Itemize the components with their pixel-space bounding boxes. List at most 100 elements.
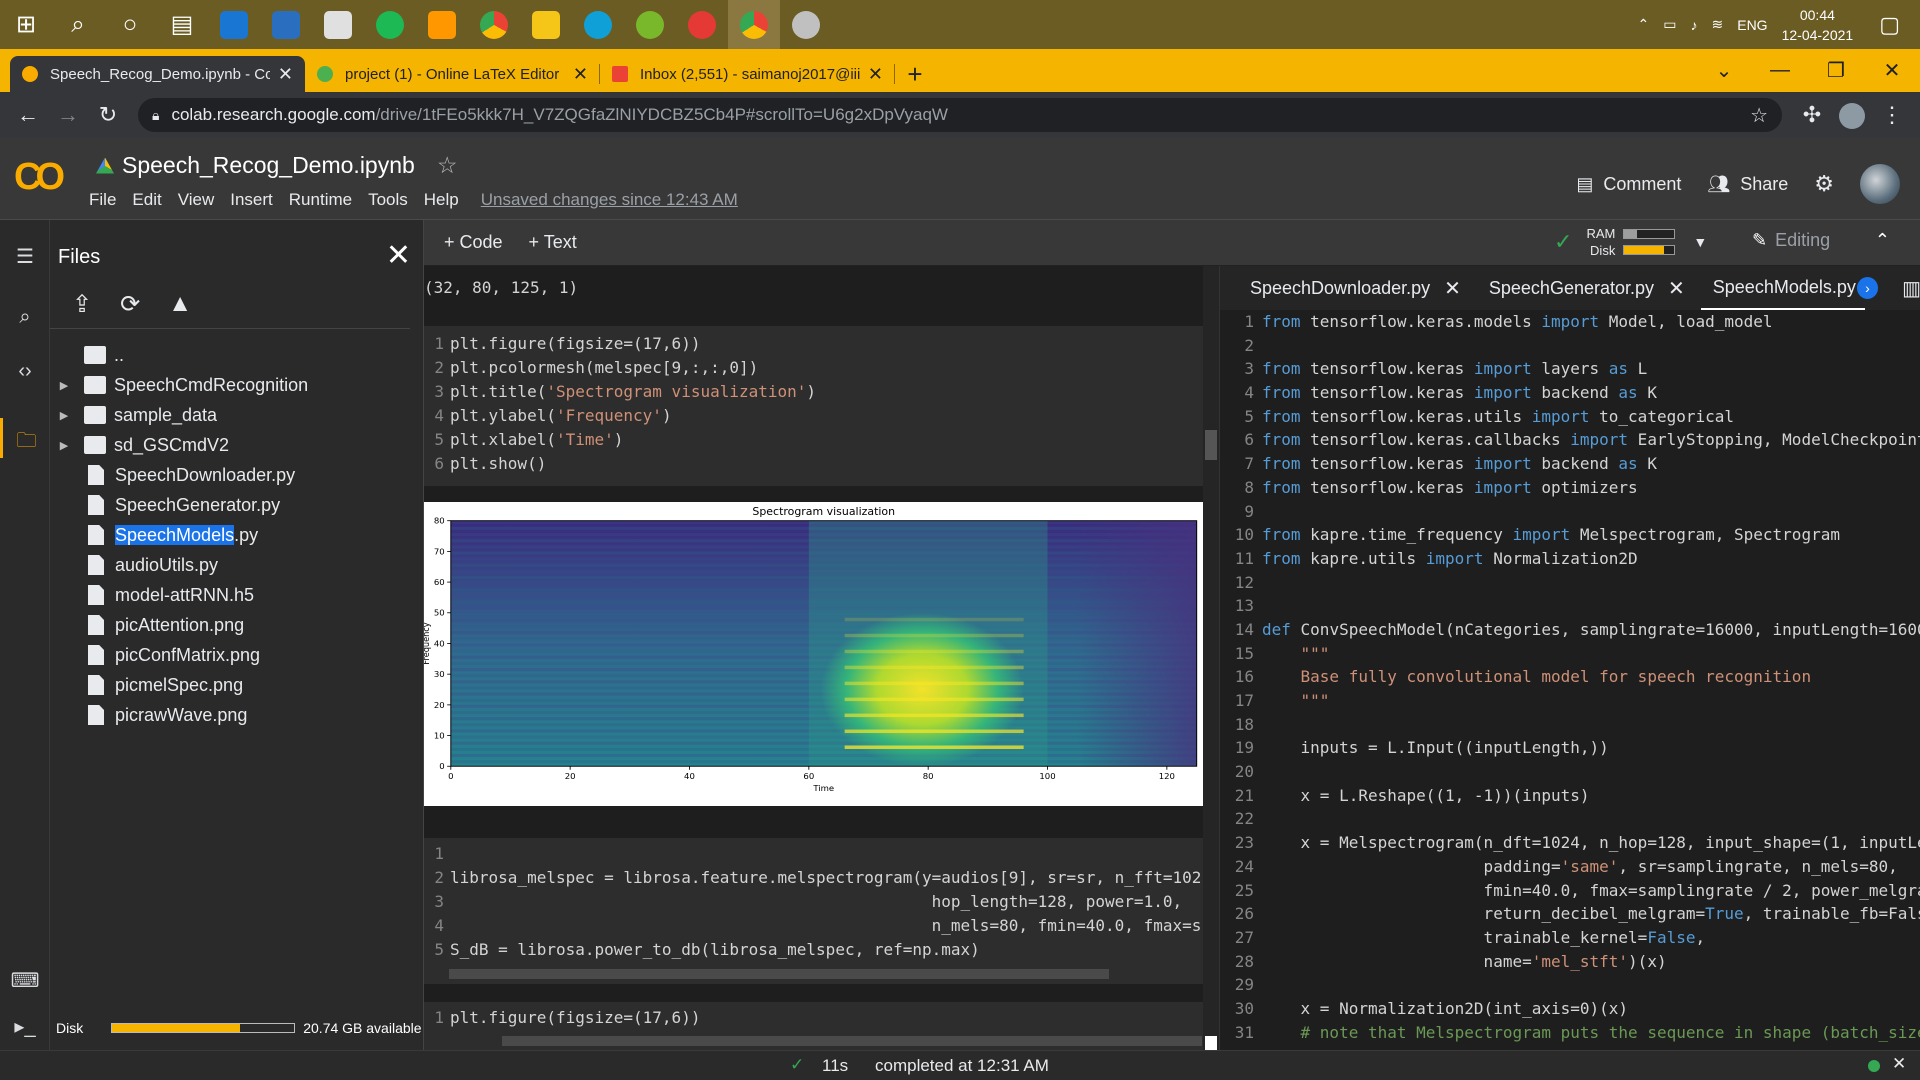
add-code-button[interactable]: + Code <box>444 232 503 253</box>
menu-insert[interactable]: Insert <box>230 190 273 210</box>
resources-indicator[interactable]: ✓ RAM Disk ▼ <box>1554 225 1707 259</box>
battery-icon[interactable]: ▭ <box>1663 16 1676 33</box>
edge-icon[interactable] <box>572 0 624 49</box>
expand-arrow-icon[interactable]: ▶ <box>56 409 72 422</box>
browser-tab-colab[interactable]: Speech_Recog_Demo.ipynb - Col ✕ <box>10 56 305 92</box>
avatar[interactable] <box>1860 164 1900 204</box>
sublime-icon[interactable] <box>416 0 468 49</box>
file-item[interactable]: audioUtils.py <box>50 550 424 580</box>
chevron-down-icon[interactable]: ▼ <box>1693 234 1707 250</box>
editor-tab-speechdownloader[interactable]: SpeechDownloader.py ✕ <box>1220 266 1477 310</box>
editor-tab-speechmodels[interactable]: SpeechModels.py <box>1700 266 1865 310</box>
file-item[interactable]: SpeechDownloader.py <box>50 460 424 490</box>
code-cell[interactable]: 1 2 librosa_melspec = librosa.feature.mels… <box>424 838 1204 984</box>
forward-icon[interactable]: → <box>48 102 88 128</box>
extensions-icon[interactable]: ✣ <box>1792 102 1832 128</box>
menu-tools[interactable]: Tools <box>368 190 408 210</box>
reload-icon[interactable]: ↻ <box>88 102 128 128</box>
close-icon[interactable]: ✕ <box>1892 1054 1906 1074</box>
editor-code[interactable]: 1 from tensorflow.keras.models import Mod… <box>1220 310 1920 1050</box>
star-icon[interactable]: ☆ <box>437 152 458 179</box>
tab-search-icon[interactable]: ⌄ <box>1696 58 1752 83</box>
colab-logo[interactable]: CO <box>14 156 65 199</box>
task-view-icon[interactable]: ▤ <box>156 0 208 49</box>
file-item[interactable]: model-attRNN.h5 <box>50 580 424 610</box>
close-icon[interactable]: ✕ <box>278 64 293 85</box>
horizontal-scrollbar[interactable] <box>502 1036 1202 1046</box>
expand-arrow-icon[interactable]: ▶ <box>56 379 72 392</box>
close-icon[interactable]: ✕ <box>573 64 588 85</box>
vertical-scrollbar[interactable] <box>1203 266 1219 1050</box>
split-view-icon[interactable]: ▥ <box>1902 276 1920 301</box>
add-text-button[interactable]: + Text <box>529 232 577 253</box>
browser-tab-gmail[interactable]: Inbox (2,551) - saimanoj2017@iii ✕ <box>600 56 895 92</box>
profile-avatar[interactable] <box>1832 101 1872 129</box>
notebook-title[interactable]: Speech_Recog_Demo.ipynb <box>122 152 415 179</box>
chrome-active-icon[interactable] <box>728 0 780 49</box>
url-input[interactable]: 🔒︎ colab.research.google.com/drive/1tFEo… <box>138 98 1782 132</box>
powershell-icon[interactable] <box>260 0 312 49</box>
store-icon[interactable] <box>312 0 364 49</box>
editing-mode-button[interactable]: ✎ Editing <box>1752 230 1830 251</box>
close-icon[interactable]: ✕ <box>1444 276 1461 301</box>
close-icon[interactable]: ✕ <box>868 64 883 85</box>
paint-icon[interactable] <box>780 0 832 49</box>
file-item[interactable]: picAttention.png <box>50 610 424 640</box>
menu-edit[interactable]: Edit <box>132 190 161 210</box>
notification-icon[interactable]: ▢ <box>1879 12 1900 38</box>
chevron-up-icon[interactable]: ⌃ <box>1875 230 1890 251</box>
language-indicator[interactable]: ENG <box>1737 17 1767 33</box>
mail-icon[interactable] <box>208 0 260 49</box>
menu-file[interactable]: File <box>89 190 116 210</box>
menu-view[interactable]: View <box>178 190 215 210</box>
upload-icon[interactable]: ⇪ <box>72 290 92 319</box>
chrome-icon[interactable] <box>468 0 520 49</box>
folder-item[interactable]: ▶ sample_data <box>50 400 424 430</box>
comment-button[interactable]: ▤ Comment <box>1576 174 1681 195</box>
browser-tab-overleaf[interactable]: project (1) - Online LaTeX Editor ✕ <box>305 56 600 92</box>
editor-tab-speechgenerator[interactable]: SpeechGenerator.py ✕ <box>1477 266 1701 310</box>
file-item[interactable]: picrawWave.png <box>50 700 424 730</box>
close-icon[interactable]: ✕ <box>1668 276 1685 301</box>
windows-start-icon[interactable]: ⊞ <box>0 0 52 49</box>
folder-item[interactable]: ▶ sd_GSCmdV2 <box>50 430 424 460</box>
new-tab-button[interactable]: + <box>895 56 935 92</box>
wifi-icon[interactable]: ≋ <box>1712 16 1724 33</box>
horizontal-scrollbar[interactable] <box>449 969 1109 979</box>
expand-arrow-icon[interactable]: ▶ <box>56 439 72 452</box>
file-item[interactable]: SpeechModels.py <box>50 520 424 550</box>
mount-drive-icon[interactable]: ▲ <box>168 290 192 319</box>
gear-icon[interactable]: ⚙ <box>1814 171 1834 197</box>
close-window-icon[interactable]: ✕ <box>1864 58 1920 83</box>
minimize-icon[interactable]: — <box>1752 59 1808 82</box>
bookmark-star-icon[interactable]: ☆ <box>1750 103 1768 128</box>
folder-icon[interactable]: 🗀 <box>0 418 50 458</box>
utorrent-icon[interactable] <box>624 0 676 49</box>
file-item[interactable]: picConfMatrix.png <box>50 640 424 670</box>
table-of-contents-icon[interactable]: ☰ <box>0 244 50 269</box>
cortana-icon[interactable]: ○ <box>104 0 156 49</box>
restore-icon[interactable]: ❐ <box>1808 58 1864 83</box>
spotify-icon[interactable] <box>364 0 416 49</box>
back-icon[interactable]: ← <box>8 102 48 128</box>
scroll-tabs-right-icon[interactable]: › <box>1856 277 1879 299</box>
file-item[interactable]: picmelSpec.png <box>50 670 424 700</box>
close-icon[interactable]: ✕ <box>386 238 411 273</box>
code-snippets-icon[interactable]: ‹› <box>0 360 50 383</box>
command-palette-icon[interactable]: ⌨ <box>0 968 50 993</box>
menu-runtime[interactable]: Runtime <box>289 190 352 210</box>
code-cell[interactable]: 1 plt.figure(figsize=(17,6)) 2 plt.pcolorme… <box>424 326 1204 486</box>
terminal-icon[interactable]: ▸_ <box>0 1014 50 1039</box>
refresh-folder-icon[interactable]: ⟳ <box>120 290 140 319</box>
app-icon[interactable] <box>676 0 728 49</box>
search-icon[interactable]: ⌕ <box>52 0 104 49</box>
menu-help[interactable]: Help <box>424 190 459 210</box>
parent-folder-item[interactable]: .. <box>50 340 424 370</box>
kebab-menu-icon[interactable]: ⋮ <box>1872 102 1912 128</box>
folder-item[interactable]: ▶ SpeechCmdRecognition <box>50 370 424 400</box>
share-button[interactable]: 👥︎ Share <box>1707 174 1788 195</box>
volume-icon[interactable]: ♪ <box>1691 17 1698 33</box>
search-icon[interactable]: ⌕ <box>0 306 50 329</box>
file-explorer-icon[interactable] <box>520 0 572 49</box>
clock[interactable]: 00:44 12-04-2021 <box>1782 5 1854 45</box>
